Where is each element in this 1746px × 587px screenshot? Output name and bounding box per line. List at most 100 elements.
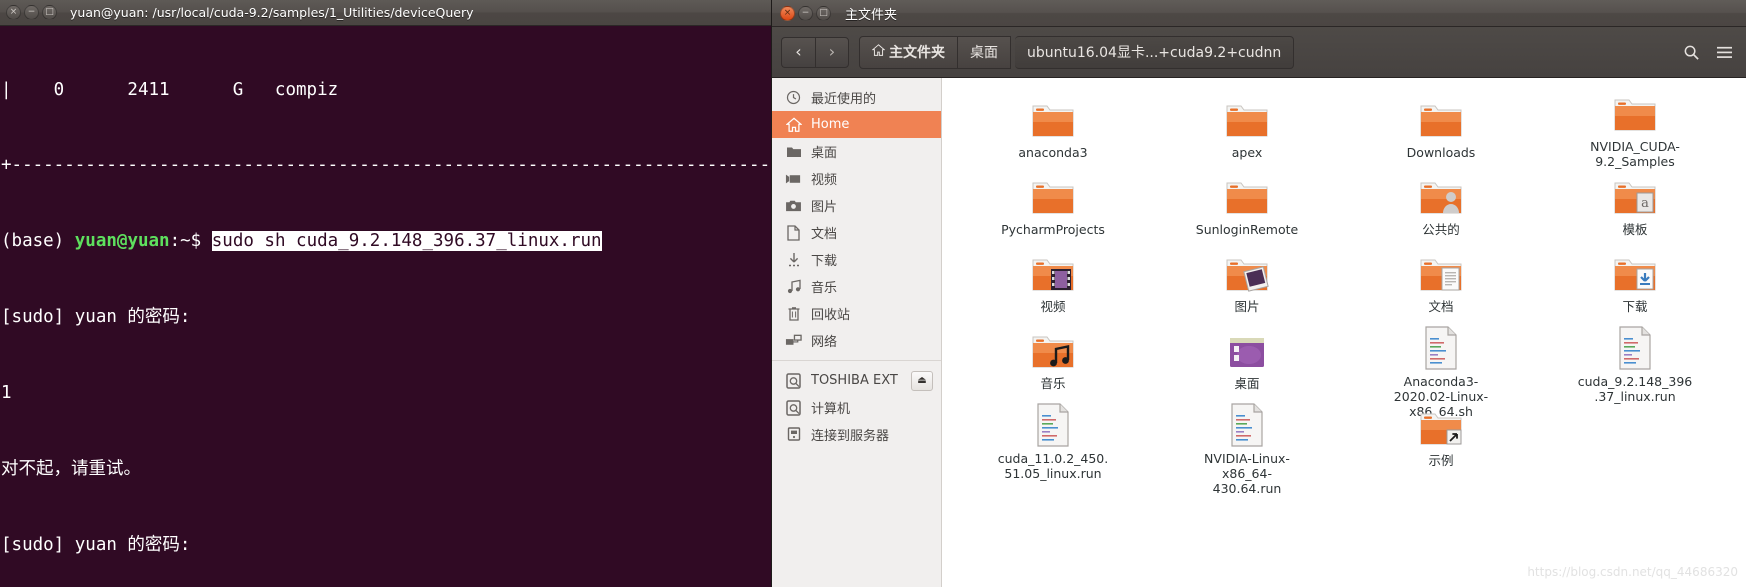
folder-desktop-icon [1223,325,1271,373]
search-icon[interactable] [1683,44,1700,61]
file-item[interactable]: anaconda3 [956,92,1150,169]
sidebar-item-home[interactable]: Home [772,111,941,138]
terminal-close-button[interactable]: × [6,5,21,20]
video-icon [785,170,802,187]
drive-icon [785,399,802,416]
file-item[interactable]: 图片 [1150,246,1344,323]
script-file-icon [1611,325,1659,371]
sidebar-item-documents[interactable]: 文档 [772,219,941,246]
file-item[interactable]: 示例 [1344,400,1538,477]
clock-icon [785,89,802,106]
breadcrumb-item-home[interactable]: 主文件夹 [859,35,958,69]
sidebar-item-label: 回收站 [811,308,851,323]
sidebar-item-label: 图片 [811,200,838,215]
file-icon-view[interactable]: anaconda3 apex Downloads NVIDIA_CUDA-9.2… [942,78,1746,587]
file-item[interactable]: 桌面 [1150,323,1344,400]
script-file-icon [1223,402,1271,448]
breadcrumb-item-current[interactable]: ubuntu16.04显卡...+cuda9.2+cudnn [1015,35,1295,69]
toolbar-right-actions [1683,44,1737,61]
file-item[interactable]: Anaconda3-2020.02-Linux-x86_64.sh [1344,323,1538,419]
file-name: 下载 [1622,299,1648,314]
script-file-icon [1029,402,1077,448]
file-manager-body: 最近使用的 Home 桌面 视频 图片 文档 下载 音乐 回收站 网络 TOSH… [772,78,1746,587]
folder-public-icon [1417,171,1465,219]
file-item[interactable]: PycharmProjects [956,169,1150,246]
sidebar-item-label: Home [811,117,850,132]
terminal-line: 1 [1,383,12,404]
navigation-buttons: ‹ › [781,36,849,68]
file-item[interactable]: 音乐 [956,323,1150,400]
file-name: 文档 [1428,299,1454,314]
file-item[interactable]: NVIDIA_CUDA-9.2_Samples [1538,92,1732,169]
folder-icon [785,143,802,160]
folder-templates-icon: a [1611,171,1659,219]
sidebar-item-connect-to-server[interactable]: 连接到服务器 [772,421,941,448]
chevron-right-icon: › [828,42,836,61]
breadcrumb-item-desktop[interactable]: 桌面 [958,35,1011,69]
folder-music-icon [1029,325,1077,373]
sidebar-item-network[interactable]: 网络 [772,327,941,354]
file-name: anaconda3 [1018,145,1088,160]
folder-link-icon [1417,402,1465,450]
file-item[interactable]: SunloginRemote [1150,169,1344,246]
minimize-icon: − [27,7,36,17]
fm-minimize-button[interactable]: − [798,5,813,21]
sidebar-item-trash[interactable]: 回收站 [772,300,941,327]
file-item[interactable]: NVIDIA-Linux-x86_64-430.64.run [1150,400,1344,496]
breadcrumb-label: 主文件夹 [889,45,945,61]
file-item[interactable]: cuda_11.0.2_450.51.05_linux.run [956,400,1150,481]
terminal-window[interactable]: × − □ yuan@yuan: /usr/local/cuda-9.2/sam… [0,0,771,587]
sidebar-item-label: 最近使用的 [811,92,877,107]
file-name: SunloginRemote [1195,222,1299,237]
fm-maximize-button[interactable]: □ [816,5,831,21]
sidebar-item-music[interactable]: 音乐 [772,273,941,300]
sidebar-divider [772,360,941,361]
sidebar-item-label: TOSHIBA EXT [811,373,898,388]
sidebar-item-desktop[interactable]: 桌面 [772,138,941,165]
file-manager-sidebar: 最近使用的 Home 桌面 视频 图片 文档 下载 音乐 回收站 网络 TOSH… [772,78,942,587]
terminal-titlebar[interactable]: × − □ yuan@yuan: /usr/local/cuda-9.2/sam… [0,0,771,26]
sidebar-item-label: 下载 [811,254,838,269]
breadcrumb-label: 桌面 [970,45,998,61]
conda-env-label: (base) [1,231,75,252]
terminal-title: yuan@yuan: /usr/local/cuda-9.2/samples/1… [70,5,474,20]
folder-videos-icon [1029,248,1077,296]
chevron-left-icon: ‹ [795,42,802,61]
file-item[interactable]: 文档 [1344,246,1538,323]
folder-documents-icon [1417,248,1465,296]
sidebar-item-videos[interactable]: 视频 [772,165,941,192]
network-icon [785,332,802,349]
breadcrumb: 主文件夹 桌面 ubuntu16.04显卡...+cuda9.2+cudnn [859,35,1295,69]
eject-button[interactable]: ⏏ [911,370,933,391]
forward-button[interactable]: › [815,36,849,68]
terminal-maximize-button[interactable]: □ [42,5,57,20]
sidebar-item-recent[interactable]: 最近使用的 [772,84,941,111]
file-item[interactable]: Downloads [1344,92,1538,169]
sidebar-item-label: 音乐 [811,281,838,296]
file-name: NVIDIA-Linux-x86_64-430.64.run [1204,451,1290,496]
terminal-minimize-button[interactable]: − [24,5,39,20]
file-item[interactable]: cuda_9.2.148_396.37_linux.run [1538,323,1732,404]
terminal-output[interactable]: | 0 2411 G compiz +---------------------… [0,26,771,587]
file-manager-window[interactable]: × − □ 主文件夹 ‹ › 主文件夹 桌面 ubuntu16.04显卡...+… [771,0,1746,587]
sidebar-item-computer[interactable]: 计算机 [772,394,941,421]
file-manager-toolbar: ‹ › 主文件夹 桌面 ubuntu16.04显卡...+cuda9.2+cud… [772,27,1746,78]
folder-icon [1611,94,1659,136]
close-icon: × [783,7,792,18]
sidebar-item-downloads[interactable]: 下载 [772,246,941,273]
file-item[interactable]: 公共的 [1344,169,1538,246]
file-name: 示例 [1428,453,1454,468]
view-options-icon[interactable] [1716,45,1733,60]
file-item[interactable]: 视频 [956,246,1150,323]
file-manager-titlebar[interactable]: × − □ 主文件夹 [772,0,1746,27]
sidebar-item-toshiba-ext[interactable]: TOSHIBA EXT ⏏ [772,367,941,394]
fm-close-button[interactable]: × [780,5,795,21]
back-button[interactable]: ‹ [781,36,815,68]
file-item[interactable]: 下载 [1538,246,1732,323]
file-item-empty [1538,400,1732,477]
file-item[interactable]: apex [1150,92,1344,169]
file-item[interactable]: a 模板 [1538,169,1732,246]
folder-pictures-icon [1223,248,1271,296]
folder-downloads-icon [1611,248,1659,296]
sidebar-item-pictures[interactable]: 图片 [772,192,941,219]
